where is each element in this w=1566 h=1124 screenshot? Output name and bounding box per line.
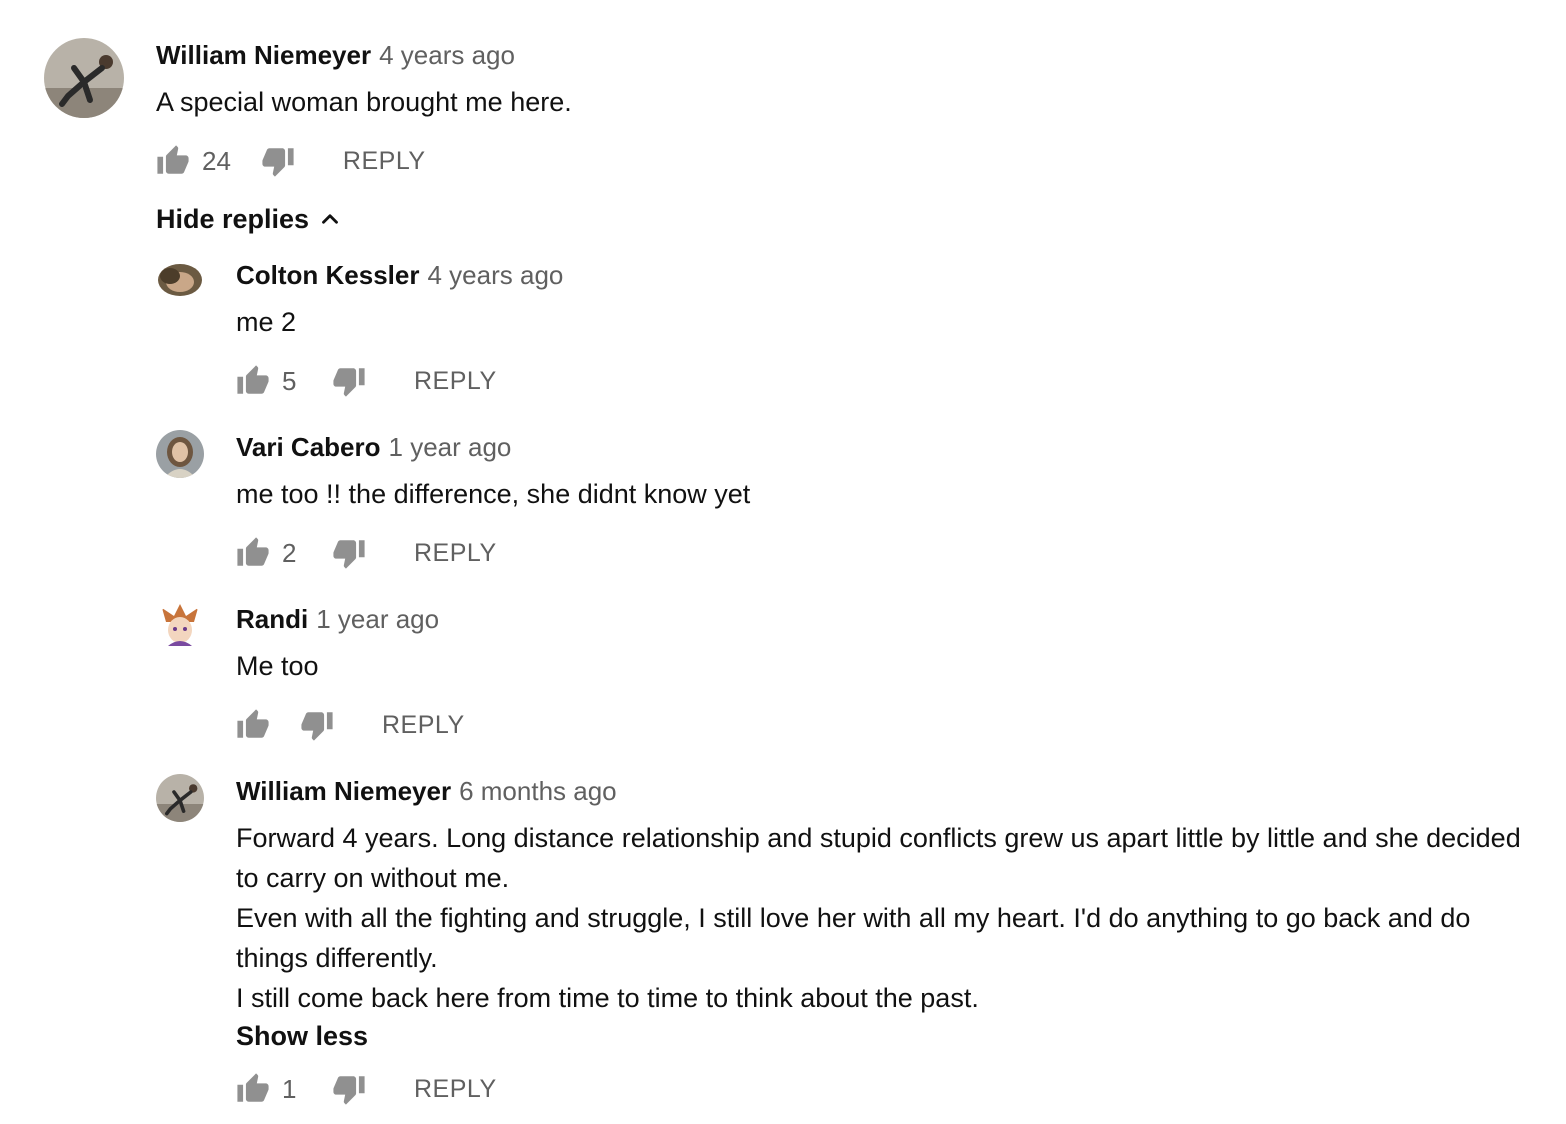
reply-button[interactable]: REPLY <box>414 1075 497 1104</box>
avatar-anime-icon <box>156 602 204 650</box>
comment-text: me 2 <box>236 307 297 337</box>
timestamp[interactable]: 1 year ago <box>316 604 439 634</box>
comment-actions: 2 REPLY <box>236 533 497 573</box>
comment-paragraph: Even with all the fighting and struggle,… <box>236 903 1471 973</box>
thumbs-down-icon <box>332 1072 366 1106</box>
thumbs-down-icon <box>300 708 334 742</box>
comment-header: Randi 1 year ago <box>236 602 439 636</box>
thumbs-down-icon <box>261 144 295 178</box>
author-name[interactable]: Colton Kessler <box>236 260 420 290</box>
thumbs-up-icon <box>236 536 270 570</box>
dislike-button[interactable] <box>261 144 295 178</box>
comment-actions: REPLY <box>236 705 465 745</box>
like-count: 2 <box>282 537 297 568</box>
comment-paragraph: I still come back here from time to time… <box>236 983 979 1013</box>
comment-header: William Niemeyer 6 months ago <box>236 774 617 808</box>
reply-button[interactable]: REPLY <box>382 711 465 740</box>
thumbs-down-icon <box>332 364 366 398</box>
dislike-button[interactable] <box>332 1072 366 1106</box>
avatar[interactable] <box>156 774 204 822</box>
comment-actions: 24 REPLY <box>156 141 426 181</box>
like-button[interactable] <box>156 144 190 178</box>
timestamp[interactable]: 4 years ago <box>379 40 515 70</box>
avatar[interactable] <box>156 430 204 478</box>
comment-text: me too !! the difference, she didnt know… <box>236 479 751 509</box>
timestamp[interactable]: 1 year ago <box>389 432 512 462</box>
author-name[interactable]: William Niemeyer <box>156 40 371 70</box>
like-count: 1 <box>282 1073 297 1104</box>
author-name[interactable]: Vari Cabero <box>236 432 381 462</box>
thumbs-up-icon <box>236 708 270 742</box>
avatar-photo-icon <box>156 256 204 304</box>
avatar[interactable] <box>156 602 204 650</box>
avatar-photo-icon <box>44 38 124 118</box>
author-name[interactable]: William Niemeyer <box>236 776 451 806</box>
reply-button[interactable]: REPLY <box>343 147 426 176</box>
comment-text: A special woman brought me here. <box>156 87 572 117</box>
reply-button[interactable]: REPLY <box>414 367 497 396</box>
chevron-up-icon <box>322 214 338 224</box>
dislike-button[interactable] <box>300 708 334 742</box>
thumbs-up-icon <box>236 1072 270 1106</box>
like-button[interactable] <box>236 708 270 742</box>
comment-header: Vari Cabero 1 year ago <box>236 430 511 464</box>
comment-header: Colton Kessler 4 years ago <box>236 258 563 292</box>
avatar[interactable] <box>156 256 204 304</box>
show-less-button[interactable]: Show less <box>236 1018 1526 1054</box>
avatar-photo-icon <box>156 774 204 822</box>
comment-text: Me too <box>236 651 319 681</box>
thumbs-up-icon <box>236 364 270 398</box>
hide-replies-button[interactable]: Hide replies <box>156 200 343 238</box>
avatar-photo-icon <box>156 430 204 478</box>
timestamp[interactable]: 6 months ago <box>459 776 617 806</box>
hide-replies-label: Hide replies <box>156 204 310 234</box>
comment-text: Forward 4 years. Long distance relations… <box>236 818 1526 1054</box>
like-button[interactable] <box>236 536 270 570</box>
timestamp[interactable]: 4 years ago <box>428 260 564 290</box>
like-button[interactable] <box>236 364 270 398</box>
dislike-button[interactable] <box>332 536 366 570</box>
avatar[interactable] <box>44 38 124 118</box>
author-name[interactable]: Randi <box>236 604 308 634</box>
reply-button[interactable]: REPLY <box>414 539 497 568</box>
like-count: 24 <box>202 145 231 176</box>
dislike-button[interactable] <box>332 364 366 398</box>
comment-header: William Niemeyer 4 years ago <box>156 38 515 72</box>
thumbs-up-icon <box>156 144 190 178</box>
like-count: 5 <box>282 365 297 396</box>
comment-actions: 1 REPLY <box>236 1069 497 1109</box>
comment-actions: 5 REPLY <box>236 361 497 401</box>
comment-paragraph: Forward 4 years. Long distance relations… <box>236 823 1521 893</box>
thumbs-down-icon <box>332 536 366 570</box>
like-button[interactable] <box>236 1072 270 1106</box>
